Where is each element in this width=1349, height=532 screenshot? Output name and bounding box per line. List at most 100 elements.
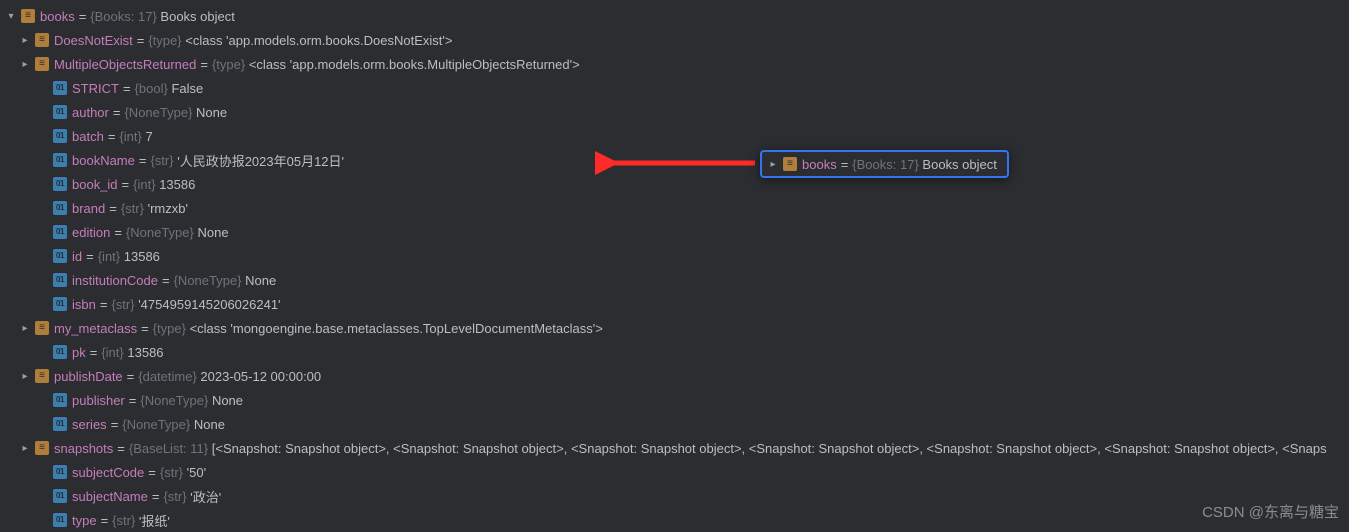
var-type: {str}	[121, 201, 144, 216]
field-icon	[52, 488, 68, 504]
tree-row[interactable]: STRICT = {bool} False	[0, 76, 1349, 100]
var-value: 13586	[159, 177, 195, 192]
field-icon	[52, 200, 68, 216]
tree-row[interactable]: institutionCode = {NoneType} None	[0, 268, 1349, 292]
var-type: {type}	[148, 33, 181, 48]
var-value: <class 'mongoengine.base.metaclasses.Top…	[190, 321, 603, 336]
tree-row[interactable]: pk = {int} 13586	[0, 340, 1349, 364]
var-name: subjectCode	[72, 465, 144, 480]
evaluate-tooltip[interactable]: ▸ books = {Books: 17} Books object	[760, 150, 1009, 178]
var-value: '报纸'	[139, 511, 170, 530]
var-name: brand	[72, 201, 105, 216]
field-icon	[52, 80, 68, 96]
var-value: 13586	[124, 249, 160, 264]
var-name: type	[72, 513, 97, 528]
var-name: edition	[72, 225, 110, 240]
var-type: {str}	[112, 513, 135, 528]
chevron-right-icon[interactable]: ▸	[18, 323, 32, 334]
equals-sign: =	[122, 177, 130, 192]
var-name: series	[72, 417, 107, 432]
equals-sign: =	[127, 369, 135, 384]
chevron-right-icon[interactable]: ▸	[18, 371, 32, 382]
var-value: <class 'app.models.orm.books.MultipleObj…	[249, 57, 580, 72]
field-icon	[52, 464, 68, 480]
tree-row[interactable]: batch = {int} 7	[0, 124, 1349, 148]
var-name: bookName	[72, 153, 135, 168]
field-icon	[52, 344, 68, 360]
tree-row[interactable]: edition = {NoneType} None	[0, 220, 1349, 244]
equals-sign: =	[108, 129, 116, 144]
var-name: STRICT	[72, 81, 119, 96]
var-name: pk	[72, 345, 86, 360]
var-value: None	[212, 393, 243, 408]
tree-row[interactable]: ▸ MultipleObjectsReturned = {type} <clas…	[0, 52, 1349, 76]
tree-row[interactable]: bookName = {str} '人民政协报2023年05月12日'	[0, 148, 1349, 172]
var-name: id	[72, 249, 82, 264]
var-name: book_id	[72, 177, 118, 192]
var-name: my_metaclass	[54, 321, 137, 336]
var-type: {str}	[160, 465, 183, 480]
chevron-right-icon[interactable]: ▸	[766, 159, 780, 170]
equals-sign: =	[111, 417, 119, 432]
field-icon	[52, 104, 68, 120]
equals-sign: =	[148, 465, 156, 480]
var-name: MultipleObjectsReturned	[54, 57, 196, 72]
field-icon	[52, 128, 68, 144]
field-icon	[52, 392, 68, 408]
object-icon	[34, 56, 50, 72]
equals-sign: =	[139, 153, 147, 168]
var-type: {bool}	[135, 81, 168, 96]
var-type: {str}	[111, 297, 134, 312]
chevron-right-icon[interactable]: ▸	[18, 59, 32, 70]
tree-row[interactable]: type = {str} '报纸'	[0, 508, 1349, 532]
tree-row[interactable]: subjectCode = {str} '50'	[0, 460, 1349, 484]
object-icon	[782, 156, 798, 172]
equals-sign: =	[129, 393, 137, 408]
object-icon	[34, 368, 50, 384]
tree-row[interactable]: isbn = {str} '4754959145206026241'	[0, 292, 1349, 316]
var-type: {Books: 17}	[90, 9, 157, 24]
variables-tree: ▾ books = {Books: 17} Books object ▸ Doe…	[0, 0, 1349, 532]
var-value: '4754959145206026241'	[138, 297, 280, 312]
equals-sign: =	[137, 33, 145, 48]
tree-row[interactable]: ▸ snapshots = {BaseList: 11} [<Snapshot:…	[0, 436, 1349, 460]
var-value: 2023-05-12 00:00:00	[200, 369, 321, 384]
var-type: {BaseList: 11}	[129, 441, 208, 456]
tree-row[interactable]: author = {NoneType} None	[0, 100, 1349, 124]
var-name: snapshots	[54, 441, 113, 456]
tree-row[interactable]: book_id = {int} 13586	[0, 172, 1349, 196]
equals-sign: =	[141, 321, 149, 336]
var-type: {str}	[150, 153, 173, 168]
var-value: '政治'	[190, 487, 221, 506]
var-type: {int}	[119, 129, 141, 144]
var-name: publishDate	[54, 369, 123, 384]
tree-row[interactable]: ▸ my_metaclass = {type} <class 'mongoeng…	[0, 316, 1349, 340]
tree-row[interactable]: publisher = {NoneType} None	[0, 388, 1349, 412]
tree-row[interactable]: ▸ DoesNotExist = {type} <class 'app.mode…	[0, 28, 1349, 52]
tree-root-row[interactable]: ▾ books = {Books: 17} Books object	[0, 4, 1349, 28]
var-type: {NoneType}	[126, 225, 194, 240]
chevron-down-icon[interactable]: ▾	[4, 11, 18, 22]
equals-sign: =	[117, 441, 125, 456]
tree-row[interactable]: brand = {str} 'rmzxb'	[0, 196, 1349, 220]
object-icon	[20, 8, 36, 24]
object-icon	[34, 440, 50, 456]
var-type: {NoneType}	[140, 393, 208, 408]
var-type: {NoneType}	[174, 273, 242, 288]
chevron-right-icon[interactable]: ▸	[18, 443, 32, 454]
var-value: None	[245, 273, 276, 288]
chevron-right-icon[interactable]: ▸	[18, 35, 32, 46]
var-value: None	[197, 225, 228, 240]
field-icon	[52, 152, 68, 168]
tree-row[interactable]: id = {int} 13586	[0, 244, 1349, 268]
equals-sign: =	[86, 249, 94, 264]
tree-row[interactable]: series = {NoneType} None	[0, 412, 1349, 436]
field-icon	[52, 416, 68, 432]
var-value: 13586	[127, 345, 163, 360]
var-name: author	[72, 105, 109, 120]
tree-row[interactable]: subjectName = {str} '政治'	[0, 484, 1349, 508]
object-icon	[34, 320, 50, 336]
tree-row[interactable]: ▸ publishDate = {datetime} 2023-05-12 00…	[0, 364, 1349, 388]
var-type: {datetime}	[138, 369, 197, 384]
field-icon	[52, 512, 68, 528]
